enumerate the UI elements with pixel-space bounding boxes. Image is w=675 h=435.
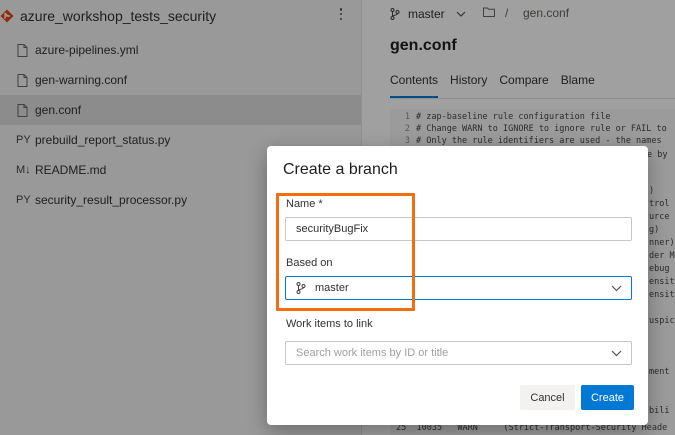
cancel-button[interactable]: Cancel xyxy=(520,385,575,410)
work-items-placeholder: Search work items by ID or title xyxy=(296,347,449,359)
work-items-search[interactable]: Search work items by ID or title xyxy=(285,341,632,365)
create-button[interactable]: Create xyxy=(581,385,634,410)
chevron-down-icon xyxy=(611,285,622,292)
work-items-label: Work items to link xyxy=(286,318,373,330)
annotation-highlight xyxy=(276,193,415,311)
dialog-title: Create a branch xyxy=(283,161,398,178)
chevron-down-icon xyxy=(611,350,622,357)
